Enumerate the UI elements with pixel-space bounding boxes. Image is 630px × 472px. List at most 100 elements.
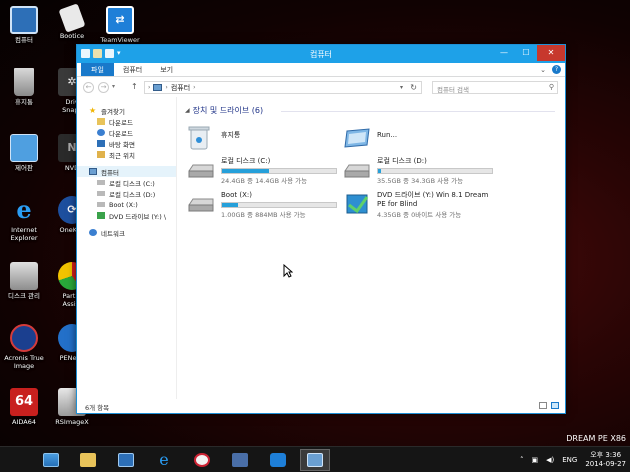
volume-tray-icon[interactable]: ◀) (546, 456, 554, 464)
item-name: 로컬 디스크 (C:) (221, 157, 271, 165)
group-header[interactable]: ◢ 장치 및 드라이브 (6) (185, 105, 263, 116)
nav-favorites[interactable]: ★ 즐겨찾기 (77, 105, 176, 116)
details-view-icon[interactable] (539, 402, 547, 409)
minimize-button[interactable]: — (493, 45, 515, 61)
close-button[interactable]: ✕ (537, 45, 565, 61)
network-icon (232, 453, 248, 467)
nav-item-recent[interactable]: 최근 위치 (77, 149, 176, 160)
nav-item-downloads-2[interactable]: 다운로드 (77, 127, 176, 138)
clock[interactable]: 오후 3:36 2014-09-27 (585, 451, 626, 469)
download-folder-icon (97, 129, 105, 136)
address-chevron-icon[interactable]: › (165, 84, 167, 91)
system-tray: ˄ ▣ ◀) ENG 오후 3:36 2014-09-27 (520, 449, 626, 471)
explorer-window[interactable]: ▾ 컴퓨터 — ☐ ✕ 파일 컴퓨터 보기 ⌄ ? ← → ▾ ↑ › › 컴퓨… (76, 44, 566, 414)
aida64-icon: 64 (10, 388, 38, 416)
address-path[interactable]: 컴퓨터 (171, 83, 190, 93)
nav-item-drive-c[interactable]: 로컬 디스크 (C:) (77, 177, 176, 188)
nav-item-drive-x[interactable]: Boot (X:) (77, 199, 176, 210)
tab-computer[interactable]: 컴퓨터 (114, 63, 151, 76)
item-drive-d[interactable]: 로컬 디스크 (D:) 35.5GB 중 34.3GB 사용 가능 (343, 155, 503, 185)
expand-ribbon-icon[interactable]: ⌄ (540, 66, 546, 74)
nav-item-dvd-y[interactable]: DVD 드라이브 (Y:) \ (77, 210, 176, 221)
drive-icon (97, 202, 105, 207)
item-name: 로컬 디스크 (D:) (377, 157, 427, 165)
desktop-icon-control-panel[interactable]: 제어판 (2, 134, 46, 172)
nav-item-downloads[interactable]: 다운로드 (77, 116, 176, 127)
mouse-cursor-icon (283, 264, 293, 278)
desktop-icon-teamviewer[interactable]: ⇄ TeamViewer (98, 6, 142, 44)
address-dropdown-icon[interactable]: ▾ (400, 84, 403, 91)
address-chevron-icon[interactable]: › (193, 84, 195, 91)
tab-view[interactable]: 보기 (151, 63, 182, 76)
recent-locations-icon[interactable]: ▾ (112, 83, 115, 90)
back-button[interactable]: ← (83, 82, 94, 93)
desktop-icon-label: Acronis True Image (4, 354, 44, 370)
nav-computer[interactable]: 컴퓨터 (77, 166, 176, 177)
desktop-icon-internet-explorer[interactable]: e Internet Explorer (2, 196, 46, 243)
tab-file[interactable]: 파일 (81, 63, 114, 76)
teamviewer-icon: ⇄ (106, 6, 134, 34)
desktop-icon-recycle-bin[interactable]: 휴지통 (2, 68, 46, 106)
taskbar-computer-window[interactable] (300, 449, 330, 471)
item-run[interactable]: Run... (343, 123, 503, 153)
recycle-bin-icon (187, 125, 215, 150)
dvd-drive-icon (343, 191, 371, 215)
acronis-icon (10, 324, 38, 352)
nav-item-desktop[interactable]: 바탕 화면 (77, 138, 176, 149)
forward-button[interactable]: → (98, 82, 109, 93)
tray-chevron-icon[interactable]: ˄ (520, 456, 524, 464)
desktop-icon-label: Bootice (59, 32, 85, 40)
address-root-chevron-icon[interactable]: › (148, 84, 150, 91)
collapse-icon[interactable]: ◢ (185, 107, 190, 114)
usage-bar (221, 202, 337, 208)
navigation-bar: ← → ▾ ↑ › › 컴퓨터 › ▾ ↻ 컴퓨터 검색 ⚲ (77, 77, 565, 97)
recent-places-icon (97, 151, 105, 158)
item-recycle-bin[interactable]: 휴지통 (187, 123, 347, 153)
item-dvd-y[interactable]: DVD 드라이브 (Y:) Win 8.1 Dream PE for Blind… (343, 189, 513, 219)
refresh-icon[interactable]: ↻ (410, 83, 417, 92)
taskbar-desktop[interactable] (111, 449, 141, 471)
taskbar-file-explorer[interactable] (73, 449, 103, 471)
item-drive-x[interactable]: Boot (X:) 1.00GB 중 884MB 사용 가능 (187, 189, 347, 219)
up-button[interactable]: ↑ (131, 82, 138, 91)
taskbar-network[interactable] (225, 449, 255, 471)
taskbar-magnifier[interactable] (187, 449, 217, 471)
item-drive-c[interactable]: 로컬 디스크 (C:) 24.4GB 중 14.4GB 사용 가능 (187, 155, 347, 185)
search-icon[interactable]: ⚲ (549, 83, 554, 91)
taskbar-start[interactable] (36, 449, 66, 471)
ribbon-right: ⌄ ? (540, 65, 561, 74)
desktop-icon-disk-management[interactable]: 디스크 관리 (2, 262, 46, 300)
start-icon (43, 453, 59, 467)
usage-bar (221, 168, 337, 174)
title-bar[interactable]: ▾ 컴퓨터 — ☐ ✕ (77, 45, 565, 63)
dvd-drive-icon (97, 212, 105, 219)
help-icon[interactable]: ? (552, 65, 561, 74)
address-bar[interactable]: › › 컴퓨터 › ▾ ↻ (144, 81, 422, 94)
search-input[interactable]: 컴퓨터 검색 ⚲ (432, 81, 558, 94)
ribbon-tabs: 파일 컴퓨터 보기 ⌄ ? (77, 63, 565, 77)
desktop-icon-label: TeamViewer (100, 36, 140, 44)
folder-icon (80, 453, 96, 467)
nav-label: 최근 위치 (109, 151, 135, 160)
taskbar-internet-explorer[interactable]: e (149, 449, 179, 471)
desktop-icon-bootice[interactable]: Bootice (50, 3, 94, 40)
hard-drive-icon (187, 191, 215, 215)
desktop-icon-computer[interactable]: 컴퓨터 (2, 6, 46, 44)
nav-item-drive-d[interactable]: 로컬 디스크 (D:) (77, 188, 176, 199)
large-icons-view-icon[interactable] (551, 402, 559, 409)
taskbar-teamviewer[interactable] (263, 449, 293, 471)
run-icon (343, 125, 371, 149)
search-placeholder: 컴퓨터 검색 (437, 86, 469, 94)
desktop-icon-aida64[interactable]: 64 AIDA64 (2, 388, 46, 426)
nav-label: 다운로드 (109, 118, 133, 127)
maximize-button[interactable]: ☐ (515, 45, 537, 61)
nav-label: 로컬 디스크 (C:) (109, 179, 155, 188)
nav-network[interactable]: 네트워크 (77, 227, 176, 238)
desktop-icon-acronis[interactable]: Acronis True Image (2, 324, 46, 370)
clock-date: 2014-09-27 (585, 460, 626, 468)
navigation-pane[interactable]: ★ 즐겨찾기 다운로드 다운로드 바탕 화면 최근 위치 컴퓨터 로컬 디스크 … (77, 97, 177, 399)
input-language[interactable]: ENG (562, 456, 577, 464)
view-toggle (539, 402, 559, 409)
content-pane[interactable]: ◢ 장치 및 드라이브 (6) 휴지통 Run... 로컬 디스크 (C:) 2… (181, 97, 565, 399)
network-tray-icon[interactable]: ▣ (531, 456, 538, 464)
